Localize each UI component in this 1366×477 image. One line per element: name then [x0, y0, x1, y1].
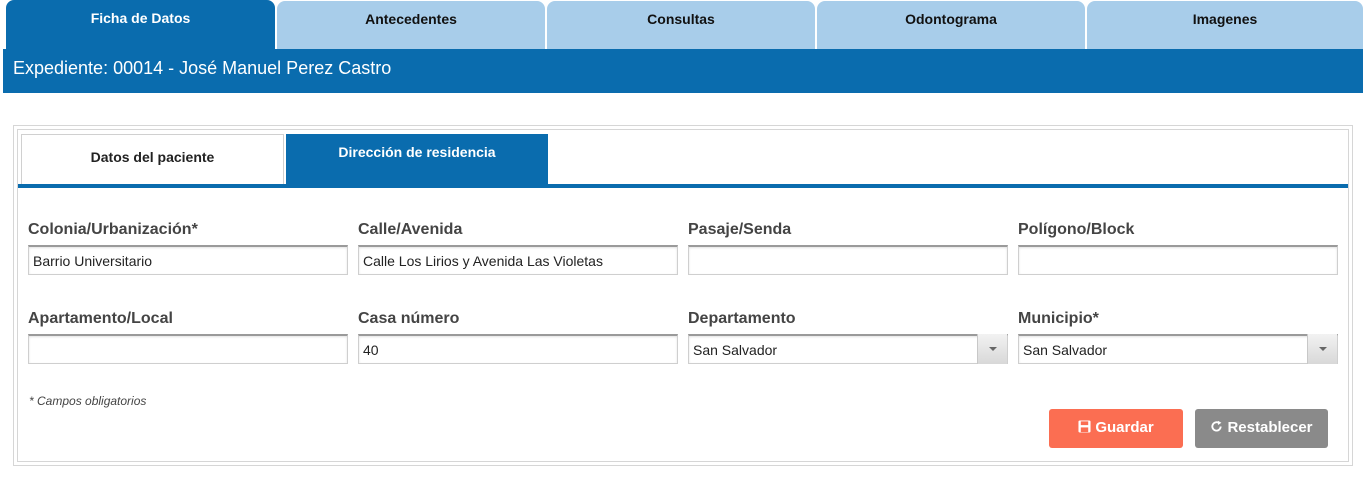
casa-field-group: Casa número 40 [358, 310, 678, 364]
tab-datos-del-paciente[interactable]: Datos del paciente [21, 134, 284, 184]
pasaje-input[interactable] [688, 245, 1008, 275]
required-note: * Campos obligatorios [29, 394, 147, 408]
top-tab-bar: Ficha de Datos Antecedentes Consultas Od… [6, 0, 1366, 49]
casa-label: Casa número [358, 310, 460, 327]
colonia-value: Barrio Universitario [33, 253, 153, 269]
municipio-value: San Salvador [1023, 342, 1108, 358]
tab-ficha-de-datos[interactable]: Ficha de Datos [6, 0, 275, 49]
floppy-icon [1078, 419, 1091, 436]
colonia-label: Colonia/Urbanización* [28, 221, 198, 238]
tab-label: Dirección de residencia [338, 144, 496, 160]
tab-odontograma[interactable]: Odontograma [817, 1, 1085, 49]
save-button[interactable]: Guardar [1049, 409, 1183, 448]
pasaje-label: Pasaje/Senda [688, 221, 792, 238]
tab-direccion-de-residencia[interactable]: Dirección de residencia [286, 134, 548, 184]
tab-underline [18, 184, 1348, 188]
tab-label: Datos del paciente [90, 149, 215, 165]
apartamento-input[interactable] [28, 334, 348, 364]
municipio-label: Municipio* [1018, 310, 1099, 327]
tab-label: Imagenes [1192, 11, 1258, 27]
colonia-input[interactable]: Barrio Universitario [28, 245, 348, 275]
departamento-label: Departamento [688, 310, 796, 327]
tab-label: Ficha de Datos [90, 10, 191, 26]
reset-button[interactable]: Restablecer [1195, 409, 1328, 448]
chevron-down-icon[interactable] [977, 334, 1007, 364]
chevron-down-icon[interactable] [1307, 334, 1337, 364]
page-title: Expediente: 00014 - José Manuel Perez Ca… [13, 58, 392, 78]
form-panel-inner: Datos del paciente Dirección de residenc… [17, 129, 1349, 462]
poligono-field-group: Polígono/Block [1018, 221, 1338, 275]
poligono-label: Polígono/Block [1018, 221, 1135, 238]
departamento-value: San Salvador [693, 342, 778, 358]
calle-input[interactable]: Calle Los Lirios y Avenida Las Violetas [358, 245, 678, 275]
calle-value: Calle Los Lirios y Avenida Las Violetas [363, 253, 603, 269]
tab-consultas[interactable]: Consultas [547, 1, 815, 49]
colonia-field-group: Colonia/Urbanización* Barrio Universitar… [28, 221, 348, 275]
municipio-field-group: Municipio* San Salvador [1018, 310, 1338, 364]
form-panel: Datos del paciente Dirección de residenc… [13, 125, 1353, 466]
reset-label: Restablecer [1227, 419, 1313, 436]
save-label: Guardar [1095, 419, 1154, 436]
tab-label: Consultas [647, 11, 715, 27]
tab-antecedentes[interactable]: Antecedentes [277, 1, 545, 49]
casa-input[interactable]: 40 [358, 334, 678, 364]
tab-label: Odontograma [905, 11, 997, 27]
tab-imagenes[interactable]: Imagenes [1087, 1, 1363, 49]
departamento-select[interactable]: San Salvador [688, 334, 1008, 364]
poligono-input[interactable] [1018, 245, 1338, 275]
departamento-field-group: Departamento San Salvador [688, 310, 1008, 364]
casa-value: 40 [363, 342, 379, 358]
municipio-select[interactable]: San Salvador [1018, 334, 1338, 364]
apartamento-label: Apartamento/Local [28, 310, 173, 327]
record-header: Expediente: 00014 - José Manuel Perez Ca… [3, 49, 1363, 93]
calle-field-group: Calle/Avenida Calle Los Lirios y Avenida… [358, 221, 678, 275]
tab-label: Antecedentes [365, 11, 457, 27]
refresh-icon [1210, 419, 1223, 436]
apartamento-field-group: Apartamento/Local [28, 310, 348, 364]
calle-label: Calle/Avenida [358, 221, 463, 238]
pasaje-field-group: Pasaje/Senda [688, 221, 1008, 275]
